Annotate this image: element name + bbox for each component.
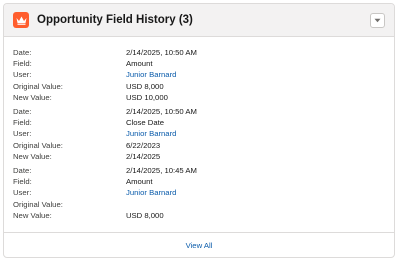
new-value: USD 8,000 <box>126 210 164 220</box>
history-record: Date: 2/14/2025, 10:50 AM Field: Amount … <box>13 47 385 103</box>
history-record: Date: 2/14/2025, 10:45 AM Field: Amount … <box>13 165 385 221</box>
view-all-link[interactable]: View All <box>186 241 213 250</box>
original-value: 6/22/2023 <box>126 140 161 150</box>
user-label: User: <box>13 70 32 80</box>
card-footer: View All <box>4 232 394 257</box>
card-menu-button[interactable] <box>370 12 385 28</box>
chevron-down-icon <box>374 18 381 22</box>
field-label: Field: <box>13 177 32 187</box>
date-value: 2/14/2025, 10:45 AM <box>126 165 197 175</box>
date-label: Date: <box>13 165 32 175</box>
original-value-label: Original Value: <box>13 199 63 209</box>
field-label: Field: <box>13 59 32 69</box>
user-link[interactable]: Junior Barnard <box>126 70 176 79</box>
original-value: USD 8,000 <box>126 81 164 91</box>
field-value: Close Date <box>126 118 165 128</box>
original-value-label: Original Value: <box>13 140 63 150</box>
new-value-label: New Value: <box>13 92 52 102</box>
field-value: Amount <box>126 177 153 187</box>
date-label: Date: <box>13 107 32 117</box>
new-value-label: New Value: <box>13 151 52 161</box>
history-list: Date: 2/14/2025, 10:50 AM Field: Amount … <box>4 37 394 221</box>
date-value: 2/14/2025, 10:50 AM <box>126 48 197 58</box>
user-link[interactable]: Junior Barnard <box>126 129 176 138</box>
field-label: Field: <box>13 118 32 128</box>
date-value: 2/14/2025, 10:50 AM <box>126 107 197 117</box>
card-header: Opportunity Field History (3) <box>4 4 394 37</box>
user-label: User: <box>13 188 32 198</box>
card-title: Opportunity Field History (3) <box>37 14 193 26</box>
new-value: 2/14/2025 <box>126 151 161 161</box>
field-history-card: Opportunity Field History (3) Date: 2/14… <box>3 3 395 258</box>
date-label: Date: <box>13 48 32 58</box>
user-link[interactable]: Junior Barnard <box>126 188 176 197</box>
new-value-label: New Value: <box>13 210 52 220</box>
crown-icon <box>13 12 29 28</box>
new-value: USD 10,000 <box>126 92 168 102</box>
user-label: User: <box>13 129 32 139</box>
original-value-label: Original Value: <box>13 81 63 91</box>
field-value: Amount <box>126 59 153 69</box>
history-record: Date: 2/14/2025, 10:50 AM Field: Close D… <box>13 106 385 162</box>
